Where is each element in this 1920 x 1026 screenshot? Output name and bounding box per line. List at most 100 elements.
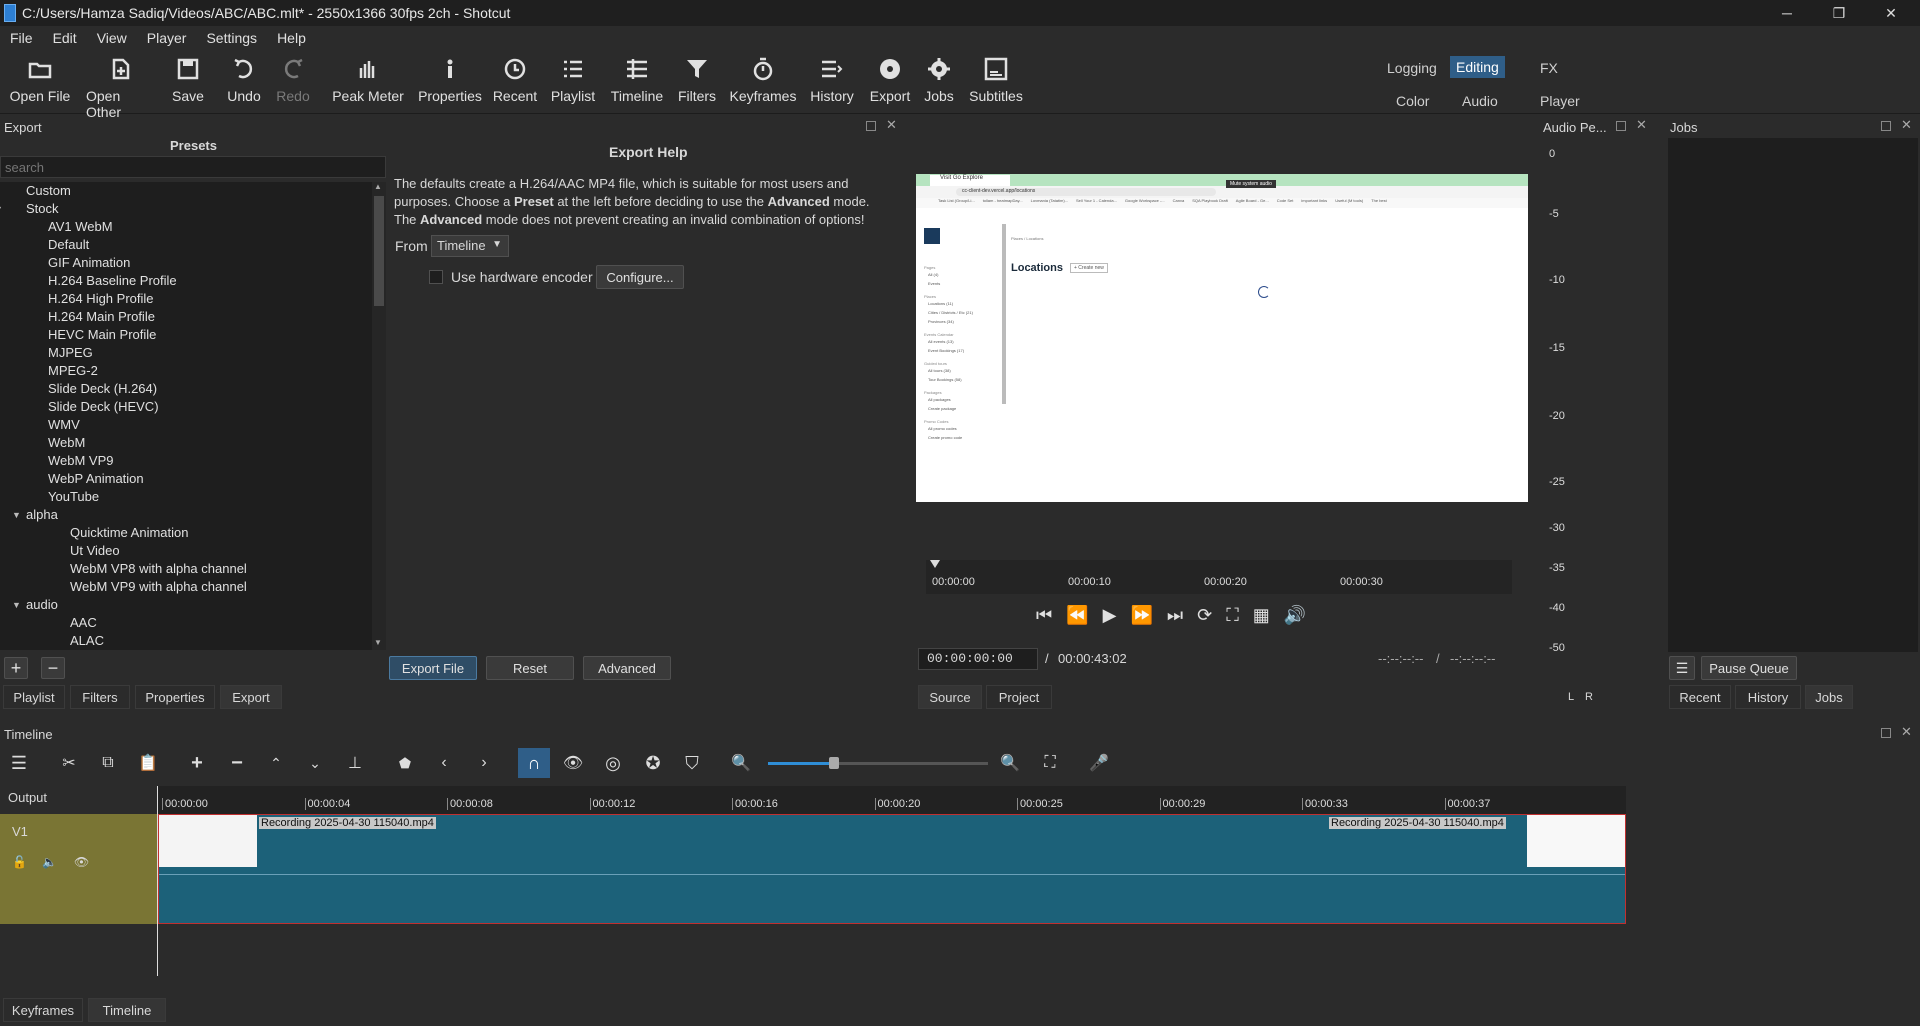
tab-history[interactable]: History bbox=[1735, 685, 1801, 709]
jobs-list[interactable] bbox=[1668, 138, 1918, 652]
preset-item[interactable]: H.264 Main Profile bbox=[0, 308, 372, 326]
expand-arrow-icon[interactable]: ▼ bbox=[0, 200, 3, 218]
hw-encoder-checkbox[interactable] bbox=[429, 270, 443, 284]
subtitles-button[interactable]: Subtitles bbox=[960, 56, 1032, 104]
append-icon[interactable]: + bbox=[185, 751, 209, 775]
player-playhead[interactable] bbox=[930, 560, 940, 568]
preset-item[interactable]: AV1 WebM bbox=[0, 218, 372, 236]
preset-item[interactable]: Slide Deck (H.264) bbox=[0, 380, 372, 398]
skip-next-icon[interactable]: ⏭ bbox=[1167, 605, 1183, 626]
float-panel-icon[interactable] bbox=[1616, 121, 1626, 131]
zoom-fit-timeline-icon[interactable]: ⛶ bbox=[1038, 751, 1062, 775]
float-panel-icon[interactable] bbox=[1881, 728, 1891, 738]
layout-editing[interactable]: Editing bbox=[1450, 56, 1505, 78]
play-icon[interactable]: ▶ bbox=[1103, 605, 1117, 626]
preset-item[interactable]: ▼ audio bbox=[0, 596, 372, 614]
close-panel-icon[interactable]: ✕ bbox=[1901, 117, 1912, 133]
close-button[interactable]: ✕ bbox=[1866, 0, 1916, 26]
video-preview[interactable]: Visit Go Explore cc-client-dev.vercel.ap… bbox=[916, 174, 1528, 502]
menu-help[interactable]: Help bbox=[267, 30, 316, 46]
ripple-icon[interactable]: ◎ bbox=[601, 751, 625, 775]
remove-icon[interactable]: − bbox=[225, 751, 249, 775]
scrub-icon[interactable]: 👁 bbox=[561, 751, 585, 775]
preset-item[interactable]: Ut Video bbox=[0, 542, 372, 560]
zoom-out-icon[interactable]: 🔍 bbox=[729, 751, 753, 775]
tab-filters[interactable]: Filters bbox=[70, 685, 130, 709]
tab-properties[interactable]: Properties bbox=[135, 685, 215, 709]
preset-item[interactable]: WebM VP8 with alpha channel bbox=[0, 560, 372, 578]
scroll-up-icon[interactable]: ▲ bbox=[374, 182, 384, 192]
add-preset-button[interactable]: + bbox=[4, 657, 28, 679]
pause-queue-button[interactable]: Pause Queue bbox=[1701, 656, 1797, 680]
cut-icon[interactable]: ✂ bbox=[57, 751, 81, 775]
preset-item[interactable]: WebM VP9 with alpha channel bbox=[0, 578, 372, 596]
lock-icon[interactable]: 🔓 bbox=[12, 855, 27, 869]
float-panel-icon[interactable] bbox=[1881, 121, 1891, 131]
reset-button[interactable]: Reset bbox=[486, 656, 574, 680]
preset-item[interactable]: Slide Deck (HEVC) bbox=[0, 398, 372, 416]
filters-button[interactable]: Filters bbox=[662, 56, 732, 104]
preset-item[interactable]: MPEG-2 bbox=[0, 362, 372, 380]
timeline-playhead[interactable] bbox=[157, 786, 158, 976]
scroll-thumb[interactable] bbox=[374, 196, 384, 306]
properties-button[interactable]: Properties bbox=[414, 56, 486, 104]
layout-player[interactable]: Player bbox=[1534, 90, 1586, 112]
preset-item[interactable]: ALAC bbox=[0, 632, 372, 650]
from-select[interactable]: Timeline ▼ bbox=[431, 235, 509, 257]
preset-item[interactable]: HEVC Main Profile bbox=[0, 326, 372, 344]
track-header-v1[interactable]: V1 🔓 🔈 👁 bbox=[0, 814, 158, 924]
hide-icon[interactable]: 👁 bbox=[74, 855, 89, 869]
grid-icon[interactable]: ▦ bbox=[1253, 605, 1270, 626]
tab-source[interactable]: Source bbox=[918, 685, 982, 709]
export-file-button[interactable]: Export File bbox=[389, 656, 477, 680]
next-marker-icon[interactable]: › bbox=[472, 751, 496, 775]
jobs-menu-icon[interactable]: ☰ bbox=[1669, 656, 1695, 680]
playlist-button[interactable]: Playlist bbox=[539, 56, 607, 104]
marker-icon[interactable]: ⬟ bbox=[393, 751, 417, 775]
layout-fx[interactable]: FX bbox=[1534, 57, 1564, 79]
open-other-button[interactable]: Open Other bbox=[86, 56, 156, 120]
overwrite-icon[interactable]: ⌄ bbox=[303, 751, 327, 775]
preset-item[interactable]: Quicktime Animation bbox=[0, 524, 372, 542]
minimize-button[interactable]: ─ bbox=[1762, 0, 1812, 26]
ripple-all-icon[interactable]: ✪ bbox=[641, 751, 665, 775]
close-panel-icon[interactable]: ✕ bbox=[1901, 724, 1912, 740]
timeline-clip[interactable]: Recording 2025-04-30 115040.mp4 Recordin… bbox=[158, 814, 1626, 924]
expand-arrow-icon[interactable]: ▼ bbox=[12, 506, 21, 524]
expand-arrow-icon[interactable]: ▼ bbox=[12, 596, 21, 614]
preset-item[interactable]: H.264 High Profile bbox=[0, 290, 372, 308]
timeline-ruler[interactable]: 00:00:00 00:00:04 00:00:08 00:00:12 00:00:16… bbox=[158, 786, 1626, 814]
tab-playlist[interactable]: Playlist bbox=[3, 685, 65, 709]
remove-preset-button[interactable]: − bbox=[41, 657, 65, 679]
menu-player[interactable]: Player bbox=[137, 30, 197, 46]
preset-item[interactable]: GIF Animation bbox=[0, 254, 372, 272]
close-panel-icon[interactable]: ✕ bbox=[1636, 117, 1647, 133]
split-icon[interactable]: ⊥ bbox=[343, 751, 367, 775]
preset-item[interactable]: WebM VP9 bbox=[0, 452, 372, 470]
tab-recent[interactable]: Recent bbox=[1669, 685, 1731, 709]
presets-search-input[interactable] bbox=[0, 156, 386, 178]
tab-keyframes[interactable]: Keyframes bbox=[3, 998, 83, 1022]
preset-item[interactable]: AAC bbox=[0, 614, 372, 632]
timeline-menu-icon[interactable]: ☰ bbox=[7, 751, 31, 775]
keyframes-button[interactable]: Keyframes bbox=[728, 56, 798, 104]
rewind-icon[interactable]: ⏪ bbox=[1066, 605, 1088, 626]
scroll-down-icon[interactable]: ▼ bbox=[374, 638, 384, 648]
close-panel-icon[interactable]: ✕ bbox=[886, 117, 897, 133]
loop-icon[interactable]: ⟳ bbox=[1197, 605, 1212, 626]
zoom-slider[interactable] bbox=[768, 757, 988, 769]
paste-icon[interactable]: 📋 bbox=[136, 751, 160, 775]
lift-icon[interactable]: ⌃ bbox=[264, 751, 288, 775]
timecode-input[interactable]: 00:00:00:00 bbox=[918, 648, 1038, 670]
tab-jobs[interactable]: Jobs bbox=[1805, 685, 1853, 709]
tab-export[interactable]: Export bbox=[220, 685, 282, 709]
layout-logging[interactable]: Logging bbox=[1381, 57, 1443, 79]
layout-audio[interactable]: Audio bbox=[1456, 90, 1504, 112]
preset-item[interactable]: ▼ Stock bbox=[0, 200, 372, 218]
configure-button[interactable]: Configure... bbox=[596, 265, 684, 289]
volume-icon[interactable]: 🔊 bbox=[1284, 605, 1306, 626]
preset-item[interactable]: Default bbox=[0, 236, 372, 254]
skip-previous-icon[interactable]: ⏮ bbox=[1036, 605, 1052, 626]
preset-item[interactable]: WebP Animation bbox=[0, 470, 372, 488]
menu-settings[interactable]: Settings bbox=[196, 30, 267, 46]
